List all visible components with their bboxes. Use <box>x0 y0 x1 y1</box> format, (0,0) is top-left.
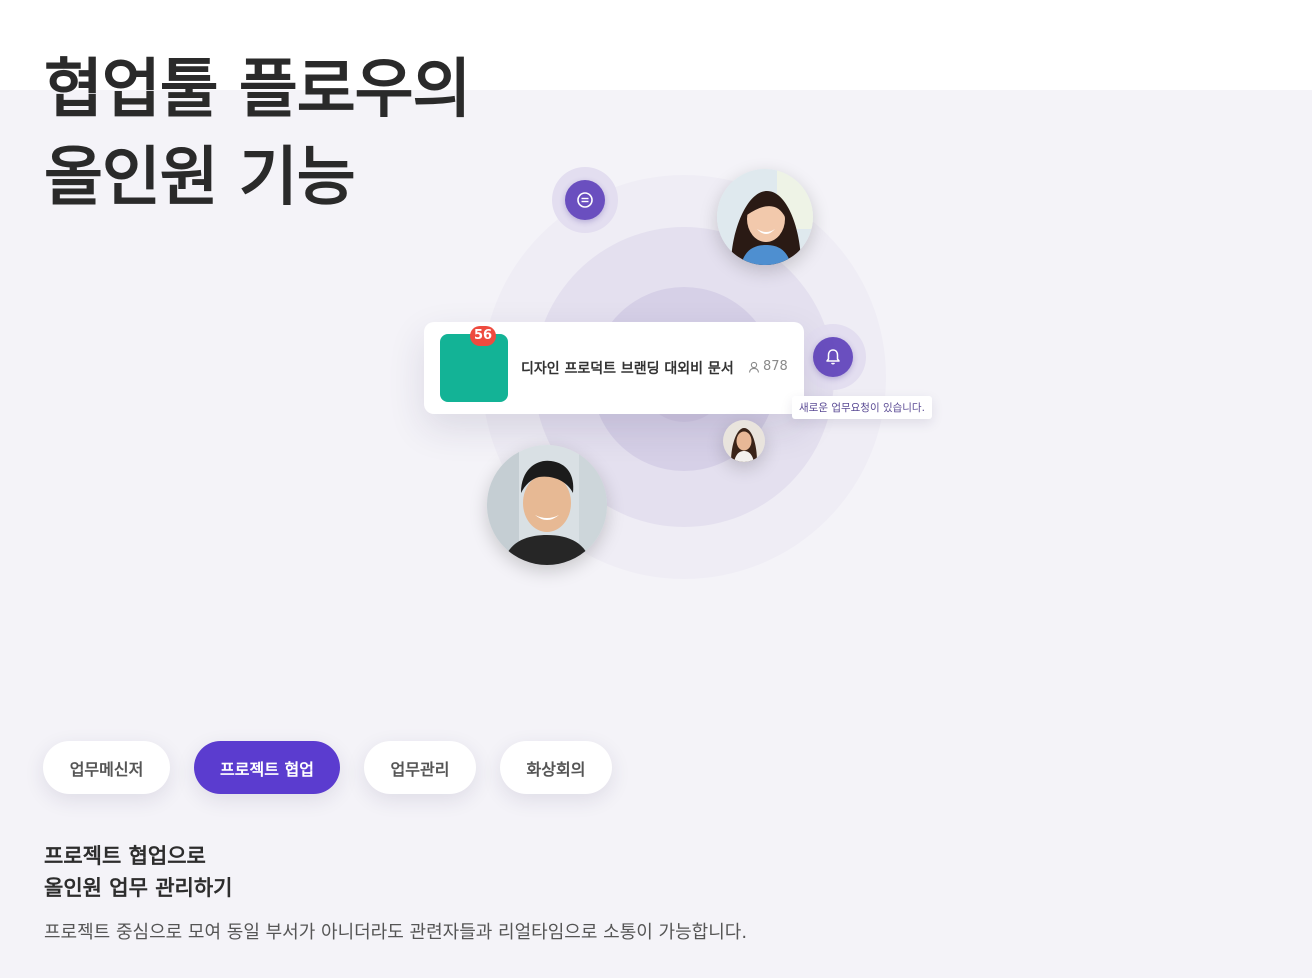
member-count-value: 878 <box>763 359 788 374</box>
avatar-small-photo <box>723 420 765 462</box>
project-name: 디자인 프로덕트 브랜딩 대외비 문서 <box>521 361 734 377</box>
bell-icon <box>800 324 866 390</box>
section-description: 프로젝트 중심으로 모여 동일 부서가 아니더라도 관련자들과 리얼타임으로 소… <box>44 922 748 943</box>
section-heading-line-1: 프로젝트 협업으로 <box>44 844 206 868</box>
avatar-man-photo <box>487 445 607 565</box>
person-icon <box>748 361 760 373</box>
hero-title: 협업툴 플로우의 올인원 기능 <box>44 46 471 222</box>
hero-title-line-2: 올인원 기능 <box>44 141 356 215</box>
tab-video-meeting[interactable]: 화상회의 <box>500 741 612 794</box>
avatar-woman-photo <box>717 169 813 265</box>
unread-count-badge: 56 <box>470 326 496 346</box>
tab-project-collaboration[interactable]: 프로젝트 협업 <box>194 741 340 794</box>
chat-bubble-icon <box>552 167 618 233</box>
project-card[interactable]: 56 디자인 프로덕트 브랜딩 대외비 문서 878 <box>424 322 804 414</box>
section-heading-line-2: 올인원 업무 관리하기 <box>44 876 233 900</box>
notification-toast: 새로운 업무요청이 있습니다. <box>792 396 932 419</box>
collaboration-illustration: 56 디자인 프로덕트 브랜딩 대외비 문서 878 새로운 업무요청이 있습니… <box>420 160 950 600</box>
tab-task-management[interactable]: 업무관리 <box>364 741 476 794</box>
tab-messenger[interactable]: 업무메신저 <box>43 741 170 794</box>
section-heading: 프로젝트 협업으로 올인원 업무 관리하기 <box>44 840 233 904</box>
feature-tabs: 업무메신저 프로젝트 협업 업무관리 화상회의 <box>43 741 636 794</box>
member-count: 878 <box>748 359 788 374</box>
hero-title-line-1: 협업툴 플로우의 <box>44 53 471 127</box>
